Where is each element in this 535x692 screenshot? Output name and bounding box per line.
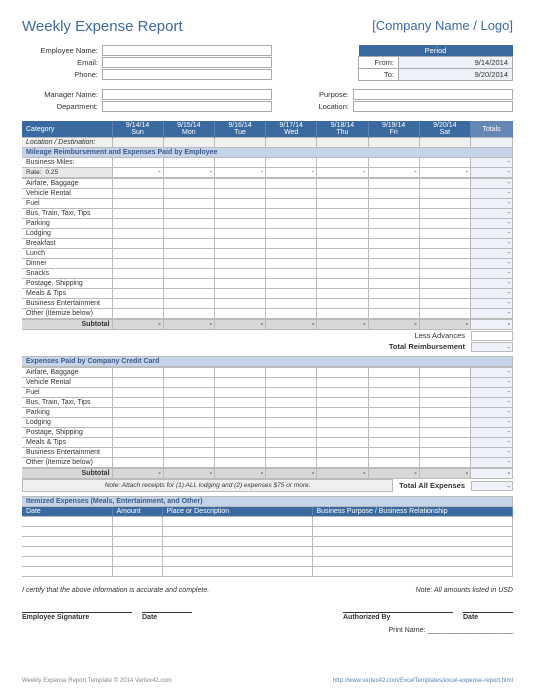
date-label: Date [463,612,513,621]
business-miles-label: Business Miles: [22,158,112,168]
less-advances-value[interactable] [471,331,513,341]
phone-label: Phone: [22,70,102,79]
total-reimbursement-label: Total Reimbursement [389,342,471,352]
subtotal-label: Subtotal [22,469,112,479]
email-label: Email: [22,58,102,67]
section-mileage: Mileage Reimbursement and Expenses Paid … [22,148,513,158]
day-header: 9/16/14Tue [214,121,265,138]
totals-header: Totals [471,121,513,138]
period-header: Period [359,45,513,57]
department-label: Department: [22,102,102,111]
expense-row-label: Fuel [22,199,112,209]
purpose-label: Purpose: [303,90,353,99]
section-itemized: Itemized Expenses (Meals, Entertainment,… [22,497,513,507]
authorized-by-label: Authorized By [343,612,453,621]
expense-row-label: Vehicle Rental [22,189,112,199]
purpose-input[interactable] [353,89,513,100]
total-reimbursement-value: - [471,342,513,352]
day-header: 9/19/14Fri [368,121,419,138]
day-header: 9/20/14Sat [419,121,470,138]
expense-row-label: Lodging [22,229,112,239]
to-value: 9/20/2014 [399,69,513,81]
expense-row-label: Vehicle Rental [22,378,112,388]
total-all-value: - [471,481,513,491]
day-header: 9/14/14Sun [112,121,163,138]
expense-row-label: Other (Itemize below) [22,309,112,319]
section-company-card: Expenses Paid by Company Credit Card [22,357,513,367]
expense-row-label: Lunch [22,249,112,259]
expense-row-label: Postage, Shipping [22,279,112,289]
expense-row-label: Other (Itemize below) [22,458,112,468]
expense-row-label: Business Entertainment [22,448,112,458]
manager-name-label: Manager Name: [22,90,102,99]
manager-name-input[interactable] [102,89,272,100]
print-name-label: Print Name: [388,627,425,634]
item-amount-header: Amount [112,507,162,517]
period-box: Period From:9/14/2014 To:9/20/2014 [358,45,513,81]
expense-row-label: Airfare, Baggage [22,368,112,378]
total-all-label: Total All Expenses [399,481,471,490]
employee-name-label: Employee Name: [22,46,102,55]
usd-note: Note: All amounts listed in USD [416,587,513,594]
rate-label: Rate: [26,169,44,176]
item-date-header: Date [22,507,112,517]
expense-row-label: Airfare, Baggage [22,179,112,189]
certification-text: I certify that the above information is … [22,587,209,594]
item-purpose-header: Business Purpose / Business Relationship [312,507,513,517]
less-advances-label: Less Advances [415,331,471,341]
expense-row-label: Meals & Tips [22,289,112,299]
expense-row-label: Snacks [22,269,112,279]
day-header: 9/18/14Thu [317,121,368,138]
expense-row-label: Business Entertainment [22,299,112,309]
employee-name-input[interactable] [102,45,272,56]
expense-row-label: Dinner [22,259,112,269]
subtotal-label: Subtotal [22,320,112,330]
footer-copyright: Weekly Expense Report Template © 2014 Ve… [22,678,172,684]
from-value: 9/14/2014 [399,57,513,69]
location-input[interactable] [353,101,513,112]
expense-row-label: Bus, Train, Taxi, Tips [22,209,112,219]
location-destination: Location / Destination: [22,138,112,148]
expense-table: Category 9/14/14Sun 9/15/14Mon 9/16/14Tu… [22,121,513,178]
footer-link: http://www.vertex42.com/ExcelTemplates/e… [333,678,513,684]
from-label: From: [359,57,399,69]
category-header-row: Category 9/14/14Sun 9/15/14Mon 9/16/14Tu… [22,121,513,138]
date-label: Date [142,612,192,621]
company-logo: [Company Name / Logo] [372,18,513,33]
expense-row-label: Bus, Train, Taxi, Tips [22,398,112,408]
page-title: Weekly Expense Report [22,18,183,35]
category-header: Category [22,121,112,138]
employee-signature-label: Employee Signature [22,612,132,621]
email-input[interactable] [102,57,272,68]
phone-input[interactable] [102,69,272,80]
expense-row-label: Breakfast [22,239,112,249]
receipts-note: Note: Attach receipts for (1) ALL lodgin… [22,479,393,492]
expense-row-label: Lodging [22,418,112,428]
day-header: 9/15/14Mon [163,121,214,138]
item-place-header: Place or Description [162,507,312,517]
expense-row-label: Parking [22,219,112,229]
expense-row-label: Meals & Tips [22,438,112,448]
expense-row-label: Fuel [22,388,112,398]
rate-value: 0.25 [46,169,59,176]
day-header: 9/17/14Wed [266,121,317,138]
to-label: To: [359,69,399,81]
expense-row-label: Postage, Shipping [22,428,112,438]
expense-row-label: Parking [22,408,112,418]
location-label: Location: [303,102,353,111]
department-input[interactable] [102,101,272,112]
